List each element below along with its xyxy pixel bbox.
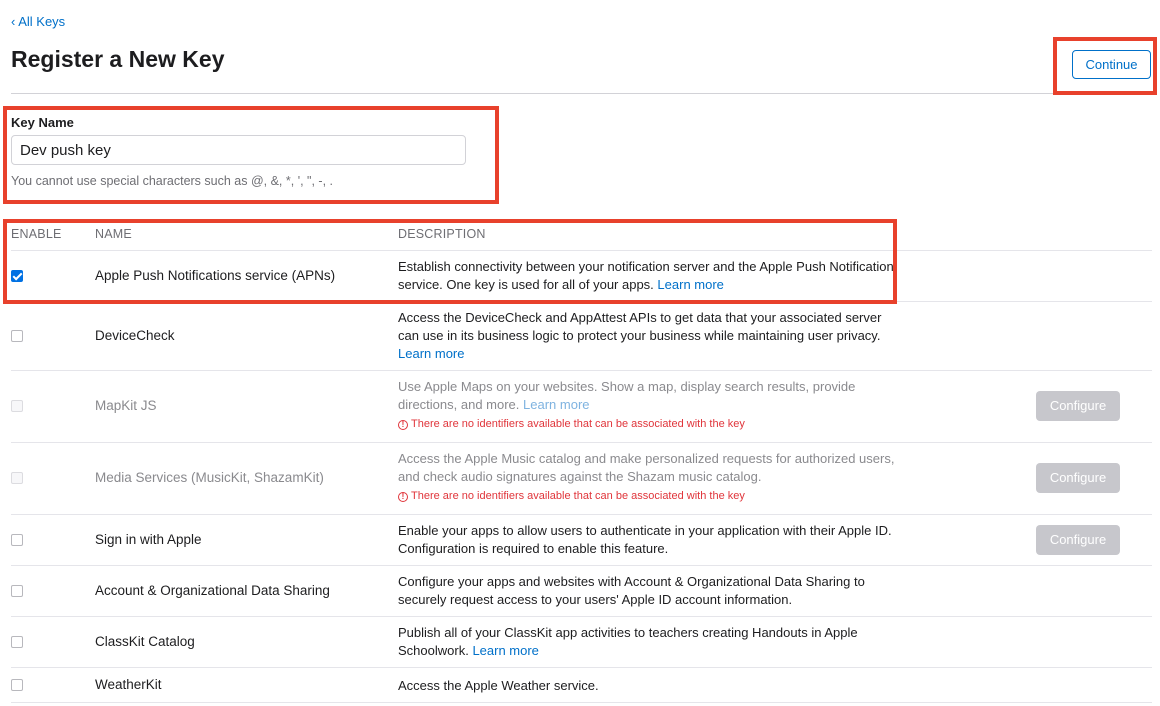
media-services-enable-checkbox (11, 472, 23, 484)
service-description-devicecheck: Access the DeviceCheck and AppAttest API… (398, 310, 882, 361)
column-header-enable: ENABLE (11, 227, 62, 241)
alert-circle-icon: ! (398, 492, 408, 502)
service-name-devicecheck: DeviceCheck (95, 328, 175, 343)
column-header-name: NAME (95, 227, 132, 241)
data-sharing-enable-checkbox[interactable] (11, 585, 23, 597)
row-divider (11, 442, 1152, 443)
row-divider (11, 565, 1152, 566)
mapkit-js-enable-checkbox (11, 400, 23, 412)
row-divider (11, 667, 1152, 668)
sign-in-with-apple-enable-checkbox[interactable] (11, 534, 23, 546)
header-divider (11, 93, 1156, 94)
weatherkit-enable-checkbox[interactable] (11, 679, 23, 691)
service-name-classkit: ClassKit Catalog (95, 634, 195, 649)
row-divider (11, 370, 1152, 371)
learn-more-link[interactable]: Learn more (523, 397, 589, 412)
service-description-data-sharing: Configure your apps and websites with Ac… (398, 574, 865, 607)
media-services-warning: ! There are no identifiers available that… (398, 490, 745, 502)
apns-enable-checkbox[interactable] (11, 270, 23, 282)
service-description-apns: Establish connectivity between your noti… (398, 259, 894, 292)
alert-circle-icon: ! (398, 420, 408, 430)
row-divider (11, 250, 1152, 251)
media-services-configure-button[interactable]: Configure (1036, 463, 1120, 493)
page-title: Register a New Key (11, 46, 225, 72)
classkit-enable-checkbox[interactable] (11, 636, 23, 648)
key-name-input[interactable] (11, 135, 466, 165)
sign-in-with-apple-configure-button[interactable]: Configure (1036, 525, 1120, 555)
key-name-hint: You cannot use special characters such a… (11, 174, 333, 188)
service-name-mapkit-js: MapKit JS (95, 398, 157, 413)
continue-button[interactable]: Continue (1072, 50, 1151, 79)
service-name-data-sharing: Account & Organizational Data Sharing (95, 583, 330, 598)
service-description-sign-in-with-apple: Enable your apps to allow users to authe… (398, 523, 892, 556)
mapkit-js-configure-button[interactable]: Configure (1036, 391, 1120, 421)
learn-more-link[interactable]: Learn more (472, 643, 538, 658)
mapkit-js-warning: ! There are no identifiers available that… (398, 418, 745, 430)
service-name-media-services: Media Services (MusicKit, ShazamKit) (95, 470, 324, 485)
row-divider (11, 301, 1152, 302)
learn-more-link[interactable]: Learn more (398, 346, 464, 361)
devicecheck-enable-checkbox[interactable] (11, 330, 23, 342)
service-name-sign-in-with-apple: Sign in with Apple (95, 532, 202, 547)
row-divider (11, 616, 1152, 617)
row-divider (11, 702, 1152, 703)
service-name-weatherkit: WeatherKit (95, 677, 162, 692)
service-name-apns: Apple Push Notifications service (APNs) (95, 268, 336, 283)
service-description-classkit: Publish all of your ClassKit app activit… (398, 625, 858, 658)
service-description-mapkit-js: Use Apple Maps on your websites. Show a … (398, 379, 856, 412)
service-description-media-services: Access the Apple Music catalog and make … (398, 451, 895, 484)
service-description-weatherkit: Access the Apple Weather service. (398, 678, 599, 693)
row-divider (11, 514, 1152, 515)
key-name-label: Key Name (11, 115, 74, 130)
learn-more-link[interactable]: Learn more (657, 277, 723, 292)
column-header-description: DESCRIPTION (398, 227, 486, 241)
back-to-all-keys-link[interactable]: ‹ All Keys (11, 14, 65, 29)
